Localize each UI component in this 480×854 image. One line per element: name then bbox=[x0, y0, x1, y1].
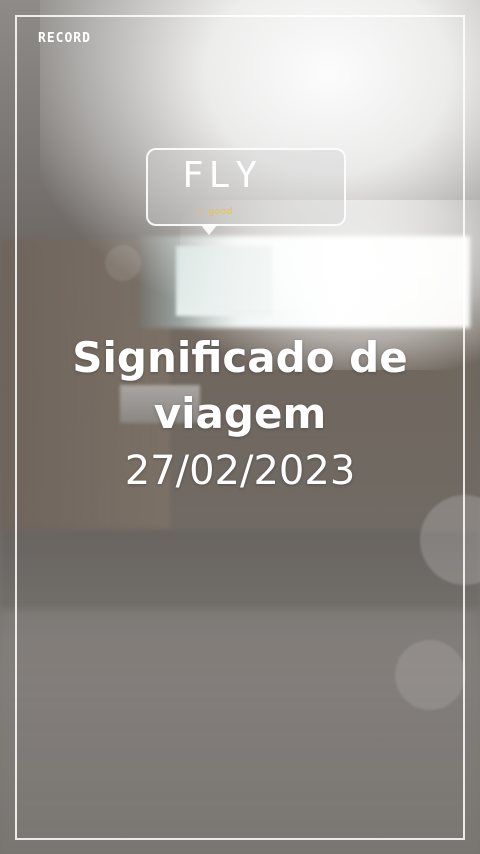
caption-date: 27/02/2023 bbox=[124, 448, 356, 494]
speech-bubble-tail bbox=[200, 224, 218, 235]
caption-title-line-1: Significado de bbox=[72, 333, 408, 382]
record-label: RECORD bbox=[38, 31, 91, 46]
sticker-title: FLY bbox=[182, 155, 263, 196]
story-canvas: RECORD FLY / good Significado de viagem 27… bbox=[0, 0, 480, 854]
sticker-subtitle-slash: / bbox=[199, 207, 203, 217]
caption-block[interactable]: Significado de viagem 27/02/2023 bbox=[0, 330, 480, 496]
sticker-subtitle-text: good bbox=[208, 207, 233, 217]
sticker-subtitle: / good bbox=[199, 207, 233, 217]
caption-title: Significado de viagem bbox=[0, 330, 480, 442]
caption-title-line-2: viagem bbox=[153, 389, 327, 438]
